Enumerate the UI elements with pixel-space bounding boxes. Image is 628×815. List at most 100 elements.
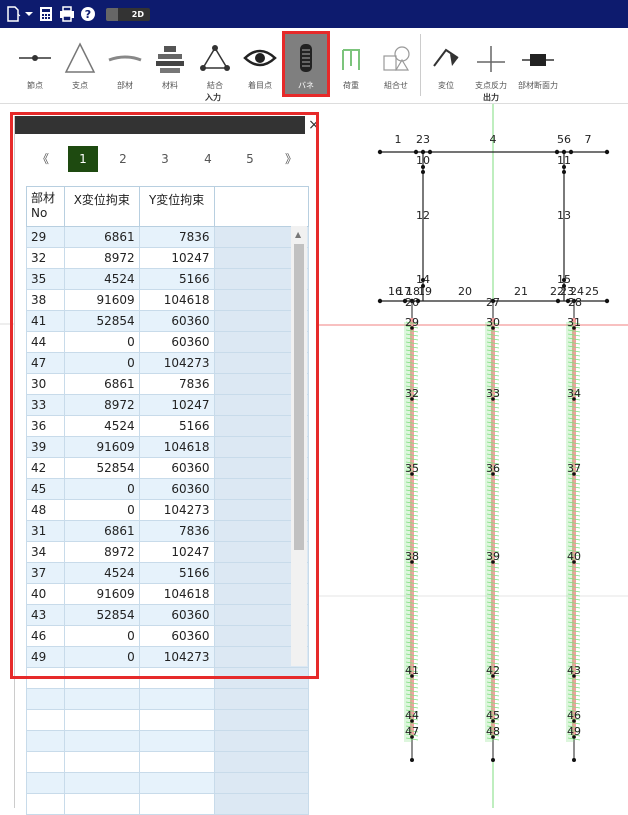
cell-x-restraint[interactable]: 0 [63, 499, 140, 521]
table-row[interactable] [26, 688, 310, 710]
table-row[interactable]: 36 4524 5166 [26, 415, 310, 437]
table-row[interactable]: 30 6861 7836 [26, 373, 310, 395]
cell-y-restraint[interactable]: 10247 [138, 541, 215, 563]
table-row[interactable]: 39 91609 104618 [26, 436, 310, 458]
cell-member-no[interactable]: 41 [26, 310, 65, 332]
cell-member-no[interactable] [26, 688, 65, 710]
2d-mode-toggle[interactable]: 2D [106, 7, 150, 21]
cell-x-restraint[interactable]: 91609 [63, 289, 140, 311]
table-row[interactable]: 37 4524 5166 [26, 562, 310, 584]
cell-y-restraint[interactable]: 104273 [138, 646, 215, 668]
ribbon-focus-point-button[interactable]: 着目点 [238, 34, 282, 96]
table-row[interactable]: 38 91609 104618 [26, 289, 310, 311]
table-row[interactable] [26, 751, 310, 773]
cell-y-restraint[interactable] [138, 730, 215, 752]
cell-member-no[interactable]: 43 [26, 604, 65, 626]
cell-x-restraint[interactable]: 4524 [63, 562, 140, 584]
page-button-4[interactable]: 4 [201, 146, 215, 172]
ribbon-joint-button[interactable]: 結合 [193, 34, 237, 96]
cell-y-restraint[interactable]: 7836 [138, 520, 215, 542]
cell-y-restraint[interactable]: 60360 [138, 625, 215, 647]
cell-x-restraint[interactable]: 4524 [63, 268, 140, 290]
ribbon-load-button[interactable]: 荷重 [329, 34, 373, 96]
cell-member-no[interactable]: 32 [26, 247, 65, 269]
cell-y-restraint[interactable]: 5166 [138, 415, 215, 437]
cell-member-no[interactable]: 47 [26, 352, 65, 374]
cell-x-restraint[interactable] [63, 772, 140, 794]
cell-member-no[interactable]: 29 [26, 226, 65, 248]
cell-x-restraint[interactable]: 0 [63, 625, 140, 647]
table-row[interactable]: 42 52854 60360 [26, 457, 310, 479]
table-row[interactable] [26, 793, 310, 815]
cell-y-restraint[interactable] [138, 688, 215, 710]
table-row[interactable]: 45 0 60360 [26, 478, 310, 500]
table-row[interactable]: 32 8972 10247 [26, 247, 310, 269]
table-row[interactable] [26, 709, 310, 731]
cell-member-no[interactable]: 30 [26, 373, 65, 395]
cell-member-no[interactable]: 37 [26, 562, 65, 584]
cell-member-no[interactable]: 44 [26, 331, 65, 353]
cell-member-no[interactable]: 40 [26, 583, 65, 605]
page-button-1[interactable]: 1 [68, 146, 98, 172]
cell-y-restraint[interactable]: 104618 [138, 436, 215, 458]
ribbon-section-force-button[interactable]: 部材断面力 [516, 34, 560, 96]
cell-y-restraint[interactable]: 7836 [138, 226, 215, 248]
cell-member-no[interactable]: 35 [26, 268, 65, 290]
cell-x-restraint[interactable]: 8972 [63, 541, 140, 563]
table-row[interactable]: 33 8972 10247 [26, 394, 310, 416]
cell-y-restraint[interactable] [138, 709, 215, 731]
cell-y-restraint[interactable]: 104618 [138, 583, 215, 605]
table-row[interactable] [26, 730, 310, 752]
page-button-3[interactable]: 3 [158, 146, 172, 172]
cell-y-restraint[interactable] [138, 751, 215, 773]
table-row[interactable] [26, 772, 310, 794]
cell-x-restraint[interactable]: 91609 [63, 583, 140, 605]
cell-member-no[interactable] [26, 667, 65, 689]
cell-x-restraint[interactable]: 6861 [63, 373, 140, 395]
cell-y-restraint[interactable]: 104273 [138, 352, 215, 374]
cell-member-no[interactable]: 36 [26, 415, 65, 437]
cell-x-restraint[interactable]: 52854 [63, 457, 140, 479]
cell-y-restraint[interactable]: 60360 [138, 604, 215, 626]
cell-x-restraint[interactable] [63, 667, 140, 689]
cell-x-restraint[interactable] [63, 709, 140, 731]
cell-x-restraint[interactable]: 0 [63, 478, 140, 500]
table-row[interactable]: 29 6861 7836 [26, 226, 310, 248]
cell-member-no[interactable]: 31 [26, 520, 65, 542]
cell-x-restraint[interactable]: 8972 [63, 247, 140, 269]
ribbon-material-button[interactable]: 材料 [148, 34, 192, 96]
cell-member-no[interactable]: 33 [26, 394, 65, 416]
cell-y-restraint[interactable] [138, 793, 215, 815]
table-row[interactable] [26, 667, 310, 689]
cell-x-restraint[interactable]: 0 [63, 352, 140, 374]
new-file-icon[interactable] [4, 6, 21, 23]
cell-member-no[interactable] [26, 730, 65, 752]
cell-member-no[interactable]: 48 [26, 499, 65, 521]
cell-x-restraint[interactable]: 0 [63, 646, 140, 668]
cell-y-restraint[interactable]: 60360 [138, 457, 215, 479]
print-icon[interactable] [58, 6, 75, 23]
cell-x-restraint[interactable]: 8972 [63, 394, 140, 416]
page-last-button[interactable]: 》 [282, 146, 300, 172]
cell-y-restraint[interactable]: 10247 [138, 394, 215, 416]
table-row[interactable]: 43 52854 60360 [26, 604, 310, 626]
page-button-2[interactable]: 2 [116, 146, 130, 172]
cell-member-no[interactable] [26, 793, 65, 815]
scroll-thumb[interactable] [294, 244, 304, 550]
table-row[interactable]: 35 4524 5166 [26, 268, 310, 290]
table-row[interactable]: 44 0 60360 [26, 331, 310, 353]
ribbon-support-button[interactable]: 支点 [58, 34, 102, 96]
table-row[interactable]: 48 0 104273 [26, 499, 310, 521]
cell-y-restraint[interactable]: 60360 [138, 478, 215, 500]
cell-x-restraint[interactable]: 4524 [63, 415, 140, 437]
ribbon-node-button[interactable]: 節点 [13, 34, 57, 96]
cell-x-restraint[interactable]: 91609 [63, 436, 140, 458]
cell-x-restraint[interactable]: 6861 [63, 520, 140, 542]
page-button-5[interactable]: 5 [243, 146, 257, 172]
cell-x-restraint[interactable]: 6861 [63, 226, 140, 248]
cell-y-restraint[interactable] [138, 667, 215, 689]
panel-title-bar[interactable] [15, 116, 305, 134]
table-row[interactable]: 47 0 104273 [26, 352, 310, 374]
table-row[interactable]: 46 0 60360 [26, 625, 310, 647]
cell-x-restraint[interactable]: 52854 [63, 310, 140, 332]
